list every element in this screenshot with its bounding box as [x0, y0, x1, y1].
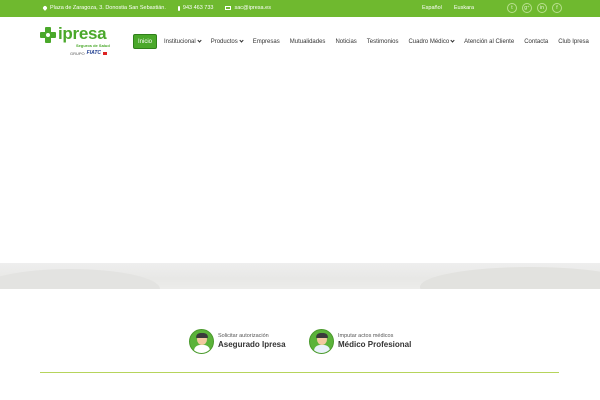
google-plus-icon[interactable]: g⁺	[522, 3, 532, 13]
social-links: t g⁺ in f	[507, 3, 562, 13]
nav-item-contacta[interactable]: Contacta	[524, 34, 548, 49]
language-switcher: Español Euskara	[422, 5, 474, 11]
nav-item-label: Contacta	[524, 38, 549, 45]
insured-access-link[interactable]: Solicitar autorización Asegurado Ipresa	[189, 329, 286, 354]
hero-mountain-band	[0, 263, 600, 289]
chevron-down-icon	[197, 38, 202, 43]
flag-icon	[103, 51, 108, 55]
site-header: ipresa Seguros de Salud GRUPO FIATC Inic…	[0, 17, 600, 65]
doctor-access-title: Médico Profesional	[338, 340, 412, 349]
nav-item-label: Institucional	[164, 38, 196, 45]
nav-item-noticias[interactable]: Noticias	[335, 34, 356, 49]
insured-access-title: Asegurado Ipresa	[218, 340, 286, 349]
address: Plaza de Zaragoza, 3. Donostia San Sebas…	[42, 4, 166, 11]
twitter-icon[interactable]: t	[507, 3, 517, 13]
doctor-access-subtitle: Imputar actos médicos	[338, 333, 394, 339]
nav-item-label: Atención al Cliente	[464, 38, 515, 45]
location-pin-icon	[42, 4, 48, 11]
logo-group: GRUPO FIATC	[70, 50, 108, 56]
nav-item-club-ipresa[interactable]: Club Ipresa	[558, 34, 589, 49]
main-nav: Inicio Institucional Productos Empresas …	[133, 34, 589, 49]
nav-item-institucional[interactable]: Institucional	[164, 34, 202, 49]
hero-slider	[0, 65, 600, 289]
nav-item-testimonios[interactable]: Testimonios	[367, 34, 399, 49]
linkedin-icon[interactable]: in	[537, 3, 547, 13]
logo-tagline: Seguros de Salud	[76, 43, 110, 48]
nav-item-label: Empresas	[252, 38, 280, 45]
facebook-icon[interactable]: f	[552, 3, 562, 13]
nav-item-inicio[interactable]: Inicio	[133, 34, 158, 49]
insured-access-subtitle: Solicitar autorización	[218, 333, 269, 339]
nav-item-label: Mutualidades	[289, 38, 326, 45]
email-link[interactable]: sac@ipresa.es	[234, 5, 270, 11]
lang-espanol[interactable]: Español	[422, 5, 442, 11]
logo[interactable]: ipresa Seguros de Salud GRUPO FIATC	[40, 24, 112, 58]
contact-info: Plaza de Zaragoza, 3. Donostia San Sebas…	[42, 4, 280, 11]
envelope-icon	[225, 6, 232, 10]
phone[interactable]: 943 463 733	[177, 5, 214, 11]
nav-item-label: Noticias	[335, 38, 357, 45]
address-text: Plaza de Zaragoza, 3. Donostia San Sebas…	[50, 5, 166, 11]
nav-item-label: Productos	[210, 38, 238, 45]
nav-item-mutualidades[interactable]: Mutualidades	[290, 34, 326, 49]
phone-text[interactable]: 943 463 733	[183, 5, 214, 11]
lang-euskara[interactable]: Euskara	[454, 5, 474, 11]
doctor-access-link[interactable]: Imputar actos médicos Médico Profesional	[309, 329, 411, 354]
logo-wordmark: ipresa	[58, 24, 107, 43]
nav-item-cuadro-medico[interactable]: Cuadro Médico	[408, 34, 455, 49]
top-bar: Plaza de Zaragoza, 3. Donostia San Sebas…	[0, 0, 600, 17]
nav-item-productos[interactable]: Productos	[210, 34, 244, 49]
chevron-down-icon	[450, 38, 455, 43]
cross-logo-icon	[40, 27, 56, 43]
doctor-avatar-icon	[309, 329, 334, 354]
section-divider	[40, 372, 559, 373]
nav-item-label: Club Ipresa	[558, 38, 589, 45]
nav-item-label: Inicio	[138, 38, 153, 45]
nav-item-label: Cuadro Médico	[408, 38, 450, 45]
email[interactable]: sac@ipresa.es	[225, 5, 271, 11]
logo-group-name: FIATC	[86, 50, 102, 56]
nav-item-label: Testimonios	[366, 38, 399, 45]
logo-group-prefix: GRUPO	[70, 50, 85, 56]
insured-avatar-icon	[189, 329, 214, 354]
phone-icon	[177, 5, 180, 11]
chevron-down-icon	[239, 38, 244, 43]
nav-item-atencion-cliente[interactable]: Atención al Cliente	[464, 34, 514, 49]
nav-item-empresas[interactable]: Empresas	[253, 34, 280, 49]
